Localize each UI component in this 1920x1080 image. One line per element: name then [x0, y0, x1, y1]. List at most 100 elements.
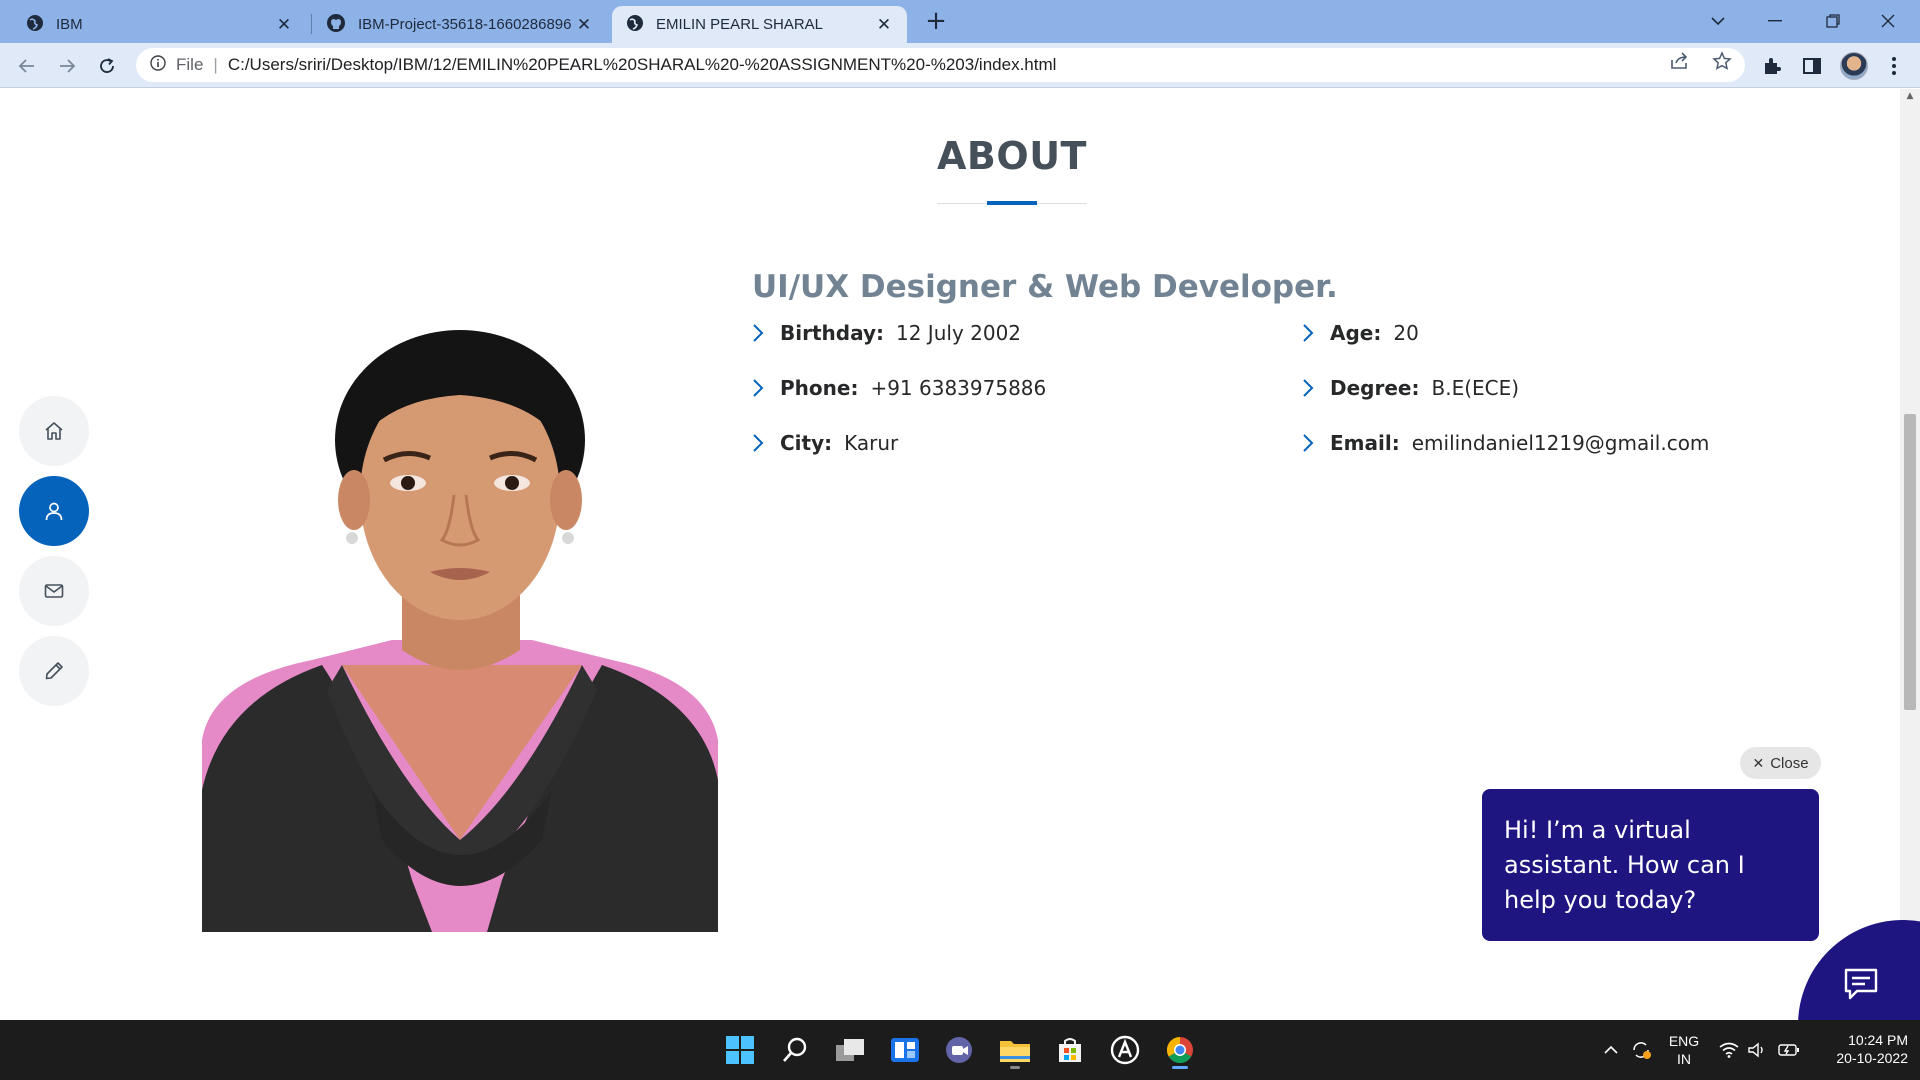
- volume-icon[interactable]: [1746, 1040, 1768, 1060]
- file-explorer-button[interactable]: [995, 1030, 1035, 1070]
- profile-photo: [202, 320, 718, 932]
- menu-kebab-icon[interactable]: [1882, 54, 1906, 78]
- search-icon: [783, 1037, 807, 1062]
- tab-emilin-pearl-sharal[interactable]: EMILIN PEARL SHARAL ✕: [612, 6, 907, 43]
- info-label: Email:: [1330, 431, 1400, 455]
- info-phone: Phone: +91 6383975886: [752, 376, 1046, 400]
- info-age: Age: 20: [1302, 321, 1419, 345]
- mail-icon: [44, 584, 64, 598]
- info-label: City:: [780, 431, 833, 455]
- title-accent-bar: [987, 201, 1037, 205]
- input-language-indicator[interactable]: ENG IN: [1664, 1032, 1704, 1068]
- forward-button[interactable]: [52, 51, 82, 81]
- browser-tab-bar: IBM ✕ IBM-Project-35618-1660286896 ✕ EMI…: [0, 0, 1920, 43]
- running-indicator: [1010, 1066, 1020, 1069]
- chevron-right-icon: [1302, 432, 1324, 454]
- tab-search-chevron-icon[interactable]: [1698, 4, 1738, 38]
- address-bar[interactable]: File | C:/Users/sriri/Desktop/IBM/12/EMI…: [136, 48, 1745, 82]
- share-icon[interactable]: [1670, 51, 1690, 71]
- chat-close-button[interactable]: ✕ Close: [1740, 747, 1821, 779]
- pencil-icon: [45, 662, 63, 680]
- page-scrollbar[interactable]: ▲ ▼: [1900, 89, 1920, 1020]
- wifi-icon[interactable]: [1718, 1040, 1740, 1060]
- scroll-up-arrow-icon[interactable]: ▲: [1905, 91, 1915, 101]
- browser-toolbar: File | C:/Users/sriri/Desktop/IBM/12/EMI…: [0, 43, 1920, 88]
- windows-taskbar: ENG IN 10:24 PM 20-10-2022: [0, 1020, 1920, 1080]
- info-city: City: Karur: [752, 431, 898, 455]
- chat-close-label: Close: [1770, 754, 1809, 772]
- close-icon[interactable]: ✕: [275, 15, 293, 34]
- info-icon[interactable]: [150, 54, 166, 76]
- tab-github-project[interactable]: IBM-Project-35618-1660286896 ✕: [312, 6, 607, 43]
- info-value[interactable]: emilindaniel1219@gmail.com: [1412, 431, 1710, 455]
- new-tab-button[interactable]: +: [922, 8, 950, 36]
- info-email: Email: emilindaniel1219@gmail.com: [1302, 431, 1709, 455]
- file-scheme-label: File: [176, 55, 204, 74]
- windows-logo-icon: [726, 1036, 754, 1064]
- info-label: Degree:: [1330, 376, 1420, 400]
- lang-code: ENG: [1668, 1033, 1700, 1049]
- role-title: UI/UX Designer & Web Developer.: [752, 269, 1338, 305]
- store-bag-icon: [1059, 1038, 1081, 1062]
- video-chat-icon: [946, 1037, 972, 1063]
- widgets-button[interactable]: [885, 1030, 925, 1070]
- nav-contact-button[interactable]: [19, 556, 89, 626]
- folder-icon: [1000, 1041, 1030, 1062]
- info-value: 20: [1393, 321, 1419, 345]
- tab-title: IBM-Project-35618-1660286896: [358, 16, 572, 33]
- extensions-puzzle-icon[interactable]: [1760, 54, 1784, 78]
- nav-edit-button[interactable]: [19, 636, 89, 706]
- chat-icon[interactable]: [1842, 965, 1880, 1003]
- chevron-right-icon: [1302, 322, 1324, 344]
- widgets-icon: [891, 1038, 919, 1062]
- scrollbar-thumb[interactable]: [1904, 414, 1916, 710]
- task-view-button[interactable]: [830, 1030, 870, 1070]
- nav-home-button[interactable]: [19, 396, 89, 466]
- home-icon: [45, 422, 63, 440]
- taskbar-search-button[interactable]: [775, 1030, 815, 1070]
- url-text[interactable]: C:/Users/sriri/Desktop/IBM/12/EMILIN%20P…: [228, 55, 1057, 75]
- clock-date: 20-10-2022: [1836, 1050, 1908, 1066]
- sync-icon[interactable]: [1630, 1040, 1652, 1060]
- info-label: Phone:: [780, 376, 859, 400]
- clock[interactable]: 10:24 PM 20-10-2022: [1808, 1031, 1908, 1067]
- bookmark-star-icon[interactable]: [1712, 51, 1732, 71]
- chevron-right-icon: [1302, 377, 1324, 399]
- teams-chat-button[interactable]: [940, 1030, 980, 1070]
- info-degree: Degree: B.E(ECE): [1302, 376, 1519, 400]
- close-icon[interactable]: ✕: [575, 15, 593, 34]
- restore-button[interactable]: [1813, 4, 1853, 38]
- region-code: IN: [1677, 1051, 1691, 1067]
- close-icon: ✕: [1752, 754, 1765, 771]
- user-icon: [45, 502, 63, 521]
- running-indicator: [1172, 1066, 1188, 1069]
- back-button[interactable]: [12, 51, 42, 81]
- info-value: Karur: [844, 431, 899, 455]
- tray-overflow-chevron-icon[interactable]: [1600, 1040, 1622, 1060]
- info-birthday: Birthday: 12 July 2002: [752, 321, 1021, 345]
- chevron-right-icon: [752, 432, 774, 454]
- window-close-button[interactable]: [1868, 4, 1908, 38]
- tab-title: EMILIN PEARL SHARAL: [656, 16, 823, 33]
- chat-greeting-bubble[interactable]: Hi! I’m a virtual assistant. How can I h…: [1482, 789, 1819, 941]
- minimize-button[interactable]: [1755, 4, 1795, 38]
- close-icon[interactable]: ✕: [875, 15, 893, 34]
- chevron-right-icon: [752, 377, 774, 399]
- globe-icon: [626, 14, 644, 36]
- profile-avatar[interactable]: [1840, 52, 1868, 80]
- app-launcher-button[interactable]: [1105, 1030, 1145, 1070]
- tab-ibm[interactable]: IBM ✕: [12, 6, 307, 43]
- microsoft-store-button[interactable]: [1050, 1030, 1090, 1070]
- battery-icon[interactable]: [1778, 1040, 1800, 1060]
- info-value: 12 July 2002: [896, 321, 1022, 345]
- reload-button[interactable]: [92, 51, 122, 81]
- section-title: ABOUT: [937, 134, 1087, 178]
- github-icon: [326, 13, 346, 37]
- nav-about-button[interactable]: [19, 476, 89, 546]
- chrome-taskbar-button[interactable]: [1160, 1030, 1200, 1070]
- side-panel-icon[interactable]: [1800, 54, 1824, 78]
- start-button[interactable]: [720, 1030, 760, 1070]
- tab-title: IBM: [56, 16, 83, 33]
- info-label: Birthday:: [780, 321, 884, 345]
- clock-time: 10:24 PM: [1848, 1032, 1908, 1048]
